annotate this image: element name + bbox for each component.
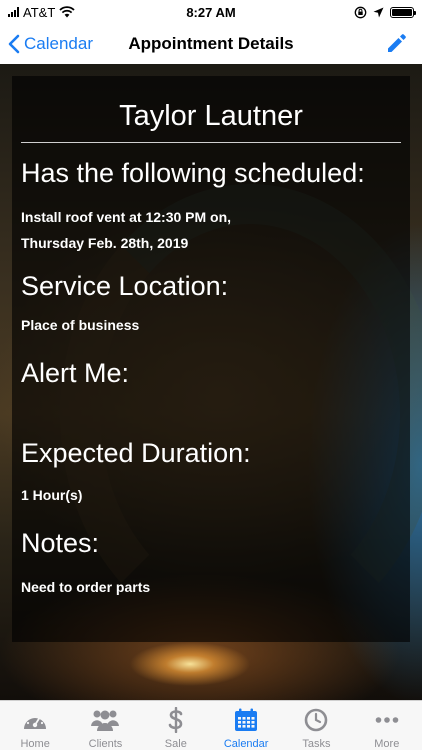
- lock-rotation-icon: [354, 6, 367, 18]
- pencil-icon: [388, 34, 406, 52]
- tab-label: Clients: [88, 738, 123, 750]
- wifi-icon: [59, 6, 75, 18]
- edit-button[interactable]: [386, 32, 408, 59]
- alert-heading: Alert Me:: [21, 358, 130, 388]
- more-icon: [375, 706, 399, 734]
- scheduled-line-1: Install roof vent at 12:30 PM on,: [21, 209, 232, 225]
- tab-label: Tasks: [302, 738, 331, 750]
- calendar-icon: [234, 706, 258, 734]
- tab-bar: Home Clients Sale Calendar Tasks More: [0, 700, 422, 750]
- scheduled-details: Install roof vent at 12:30 PM on, Thursd…: [21, 204, 401, 256]
- tab-label: Sale: [164, 738, 187, 750]
- service-location-value: Place of business: [21, 317, 140, 333]
- divider: [21, 142, 401, 143]
- notes-heading: Notes:: [21, 528, 100, 558]
- tab-calendar[interactable]: Calendar: [211, 706, 281, 750]
- service-location-heading: Service Location:: [21, 271, 229, 301]
- tab-label: Home: [20, 738, 50, 750]
- status-left: AT&T: [8, 5, 75, 20]
- chevron-left-icon: [8, 34, 20, 54]
- dollar-icon: [167, 706, 185, 734]
- people-icon: [90, 706, 120, 734]
- tab-label: Calendar: [223, 738, 269, 750]
- battery-fill: [392, 8, 412, 16]
- page-title: Appointment Details: [128, 34, 294, 53]
- location-arrow-icon: [373, 7, 384, 17]
- tab-more[interactable]: More: [352, 706, 422, 750]
- carrier-label: AT&T: [23, 4, 56, 20]
- scheduled-heading: Has the following scheduled:: [21, 158, 365, 188]
- notes-value: Need to order parts: [21, 579, 151, 595]
- duration-value: 1 Hour(s): [21, 487, 83, 503]
- tab-home[interactable]: Home: [0, 706, 70, 750]
- status-bar: AT&T 8:27 AM: [0, 0, 422, 24]
- status-time: 8:27 AM: [186, 4, 236, 20]
- appointment-card: Taylor Lautner Has the following schedul…: [12, 76, 410, 642]
- back-label: Calendar: [24, 34, 93, 53]
- duration-heading: Expected Duration:: [21, 438, 251, 468]
- back-button[interactable]: Calendar: [0, 34, 93, 54]
- dashboard-icon: [22, 706, 48, 734]
- status-right: [354, 6, 416, 19]
- clock-icon: [304, 706, 328, 734]
- battery-icon: [390, 6, 416, 18]
- client-name: Taylor Lautner: [119, 100, 303, 132]
- tab-clients[interactable]: Clients: [70, 706, 140, 750]
- tab-label: More: [374, 738, 400, 750]
- tab-tasks[interactable]: Tasks: [281, 706, 351, 750]
- signal-icon: [8, 7, 19, 17]
- scheduled-line-2: Thursday Feb. 28th, 2019: [21, 235, 189, 251]
- tab-sale[interactable]: Sale: [141, 706, 211, 750]
- nav-bar: Calendar Appointment Details: [0, 24, 422, 64]
